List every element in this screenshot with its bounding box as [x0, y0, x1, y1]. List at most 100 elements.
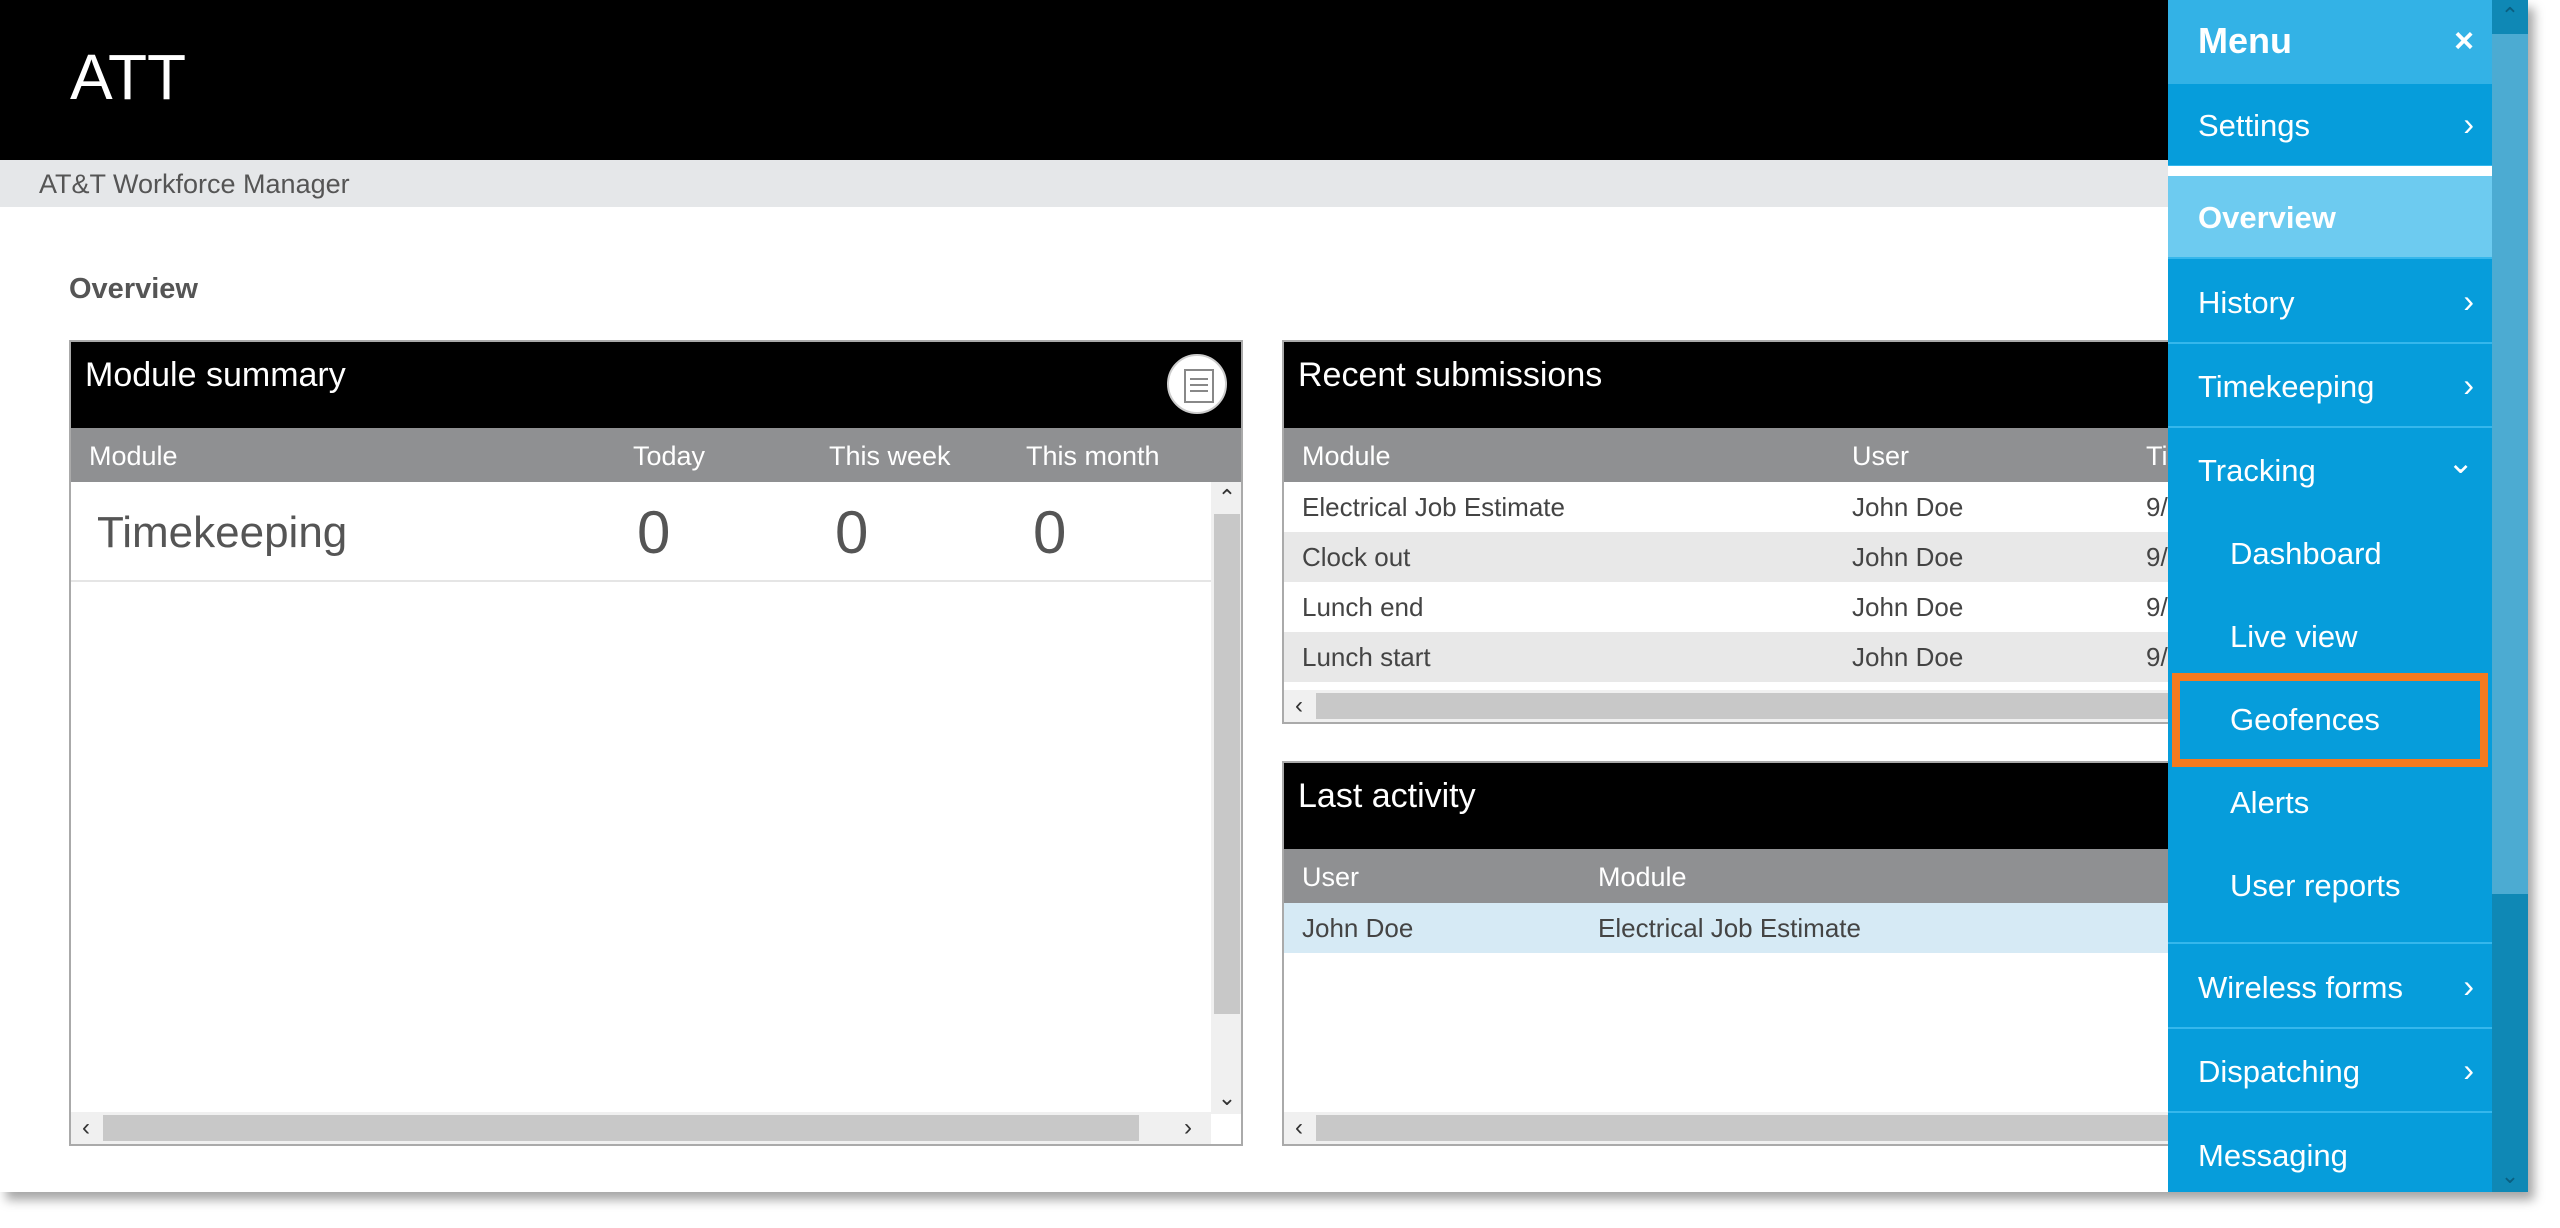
module-name: Timekeeping: [97, 508, 348, 557]
chevron-down-icon[interactable]: ⌄: [2492, 1160, 2528, 1192]
top-bar: ATT: [0, 0, 2528, 160]
menu-item-label: Dispatching: [2198, 1054, 2360, 1089]
row-user: John Doe: [1852, 642, 1964, 672]
table-row[interactable]: Clock out John Doe 9/: [1284, 532, 2180, 582]
table-row[interactable]: Electrical Job Estimate John Doe 9/: [1284, 482, 2180, 532]
sub-bar: AT&T Workforce Manager: [0, 160, 2528, 207]
column-header[interactable]: Module: [89, 441, 178, 472]
count-month: 0: [1033, 499, 1067, 566]
chevron-right-icon: ›: [2463, 367, 2474, 403]
column-header[interactable]: Module: [1598, 862, 1687, 893]
menu-item-tracking[interactable]: Tracking ⌄: [2168, 429, 2492, 512]
panel-header: Module summary: [71, 342, 1241, 428]
column-header[interactable]: Module: [1302, 441, 1391, 472]
panel-header: Last activity: [1284, 763, 2180, 849]
horizontal-scrollbar[interactable]: ‹: [1284, 1112, 2180, 1144]
menu-item-label: Tracking: [2198, 453, 2316, 488]
column-header[interactable]: User: [1852, 441, 1909, 472]
table-row[interactable]: Timekeeping 0 0 0: [71, 482, 1211, 582]
table-row[interactable]: John Doe Electrical Job Estimate: [1284, 903, 2180, 953]
geofences-highlight: [2172, 673, 2488, 767]
row-time: 9/: [2146, 642, 2168, 672]
scrollbar-thumb[interactable]: [1316, 1115, 2176, 1141]
last-activity-panel: Last activity User Module John Doe Elect…: [1282, 761, 2182, 1146]
menu-item-label: Timekeeping: [2198, 369, 2375, 404]
chevron-right-icon: ›: [2463, 968, 2474, 1004]
chevron-up-icon[interactable]: ⌃: [2492, 0, 2528, 32]
panel-header: Recent submissions: [1284, 342, 2180, 428]
row-user: John Doe: [1852, 592, 1964, 622]
menu-item-label: Dashboard: [2230, 536, 2382, 571]
chevron-right-icon: ›: [2463, 106, 2474, 142]
row-module: Lunch end: [1302, 592, 1424, 622]
row-module: Clock out: [1302, 542, 1411, 572]
column-header[interactable]: This month: [1026, 441, 1160, 472]
menu-item-label: User reports: [2230, 868, 2401, 903]
app-subtitle: AT&T Workforce Manager: [39, 169, 350, 199]
scrollbar-thumb[interactable]: [2492, 34, 2528, 894]
menu-item-live-view[interactable]: Live view: [2168, 595, 2492, 678]
menu-item-settings[interactable]: Settings ›: [2168, 84, 2492, 167]
row-user: John Doe: [1852, 492, 1964, 522]
menu-item-timekeeping[interactable]: Timekeeping ›: [2168, 345, 2492, 428]
menu-item-label: Messaging: [2198, 1138, 2348, 1173]
menu-item-overview[interactable]: Overview: [2168, 176, 2492, 259]
panel-title: Module summary: [85, 356, 346, 394]
row-time: 9/: [2146, 492, 2168, 522]
panel-title: Last activity: [1298, 777, 1476, 815]
page-title: Overview: [69, 273, 198, 305]
close-icon[interactable]: ×: [2454, 22, 2474, 61]
menu-scrollbar[interactable]: ⌃ ⌄: [2492, 0, 2528, 1192]
side-menu: Menu × Settings › Overview History › Tim…: [2168, 0, 2492, 1192]
menu-item-label: Settings: [2198, 108, 2311, 143]
menu-item-dispatching[interactable]: Dispatching ›: [2168, 1030, 2492, 1113]
menu-item-wireless-forms[interactable]: Wireless forms ›: [2168, 946, 2492, 1029]
row-user: John Doe: [1302, 913, 1414, 943]
row-time: 9/: [2146, 542, 2168, 572]
table-row[interactable]: Lunch start John Doe 9/: [1284, 632, 2180, 682]
menu-item-history[interactable]: History ›: [2168, 261, 2492, 344]
chevron-down-icon[interactable]: ⌄: [1211, 1082, 1241, 1114]
chevron-right-icon[interactable]: ›: [1173, 1112, 1203, 1144]
scrollbar-thumb[interactable]: [1316, 693, 2176, 719]
menu-item-messaging[interactable]: Messaging: [2168, 1114, 2492, 1192]
table-row[interactable]: Lunch end John Doe 9/: [1284, 582, 2180, 632]
column-header-row: Module Today This week This month: [71, 428, 1241, 482]
menu-item-label: Overview: [2198, 200, 2336, 235]
document-icon[interactable]: [1167, 354, 1227, 414]
row-time: 9/: [2146, 592, 2168, 622]
column-header[interactable]: Ti: [2146, 441, 2168, 472]
column-header[interactable]: User: [1302, 862, 1359, 893]
panel-title: Recent submissions: [1298, 356, 1603, 394]
menu-item-label: Wireless forms: [2198, 970, 2403, 1005]
chevron-left-icon[interactable]: ‹: [1284, 1112, 1314, 1144]
recent-submissions-panel: Recent submissions Module User Ti Electr…: [1282, 340, 2182, 724]
menu-item-alerts[interactable]: Alerts: [2168, 761, 2492, 844]
menu-header: Menu ×: [2168, 0, 2492, 84]
chevron-up-icon[interactable]: ⌃: [1211, 482, 1241, 514]
scrollbar-thumb[interactable]: [1214, 514, 1240, 1014]
row-module: Electrical Job Estimate: [1598, 913, 1861, 943]
menu-item-user-reports[interactable]: User reports: [2168, 844, 2492, 944]
chevron-right-icon: ›: [2463, 283, 2474, 319]
menu-item-dashboard[interactable]: Dashboard: [2168, 512, 2492, 595]
column-header[interactable]: This week: [829, 441, 951, 472]
horizontal-scrollbar[interactable]: ‹ ›: [71, 1112, 1211, 1144]
count-today: 0: [637, 499, 671, 566]
module-summary-panel: Module summary Module Today This week Th…: [69, 340, 1243, 1146]
chevron-left-icon[interactable]: ‹: [1284, 690, 1314, 722]
chevron-left-icon[interactable]: ‹: [71, 1112, 101, 1144]
column-header-row: User Module: [1284, 849, 2180, 903]
horizontal-scrollbar[interactable]: ‹: [1284, 690, 2180, 722]
column-header-row: Module User Ti: [1284, 428, 2180, 482]
count-week: 0: [835, 499, 869, 566]
row-module: Lunch start: [1302, 642, 1431, 672]
menu-item-label: Live view: [2230, 619, 2358, 654]
menu-item-label: History: [2198, 285, 2295, 320]
menu-item-label: Alerts: [2230, 785, 2310, 820]
scrollbar-thumb[interactable]: [103, 1115, 1139, 1141]
vertical-scrollbar[interactable]: ⌃ ⌄: [1211, 482, 1241, 1114]
chevron-right-icon: ›: [2463, 1052, 2474, 1088]
row-user: John Doe: [1852, 542, 1964, 572]
column-header[interactable]: Today: [633, 441, 705, 472]
